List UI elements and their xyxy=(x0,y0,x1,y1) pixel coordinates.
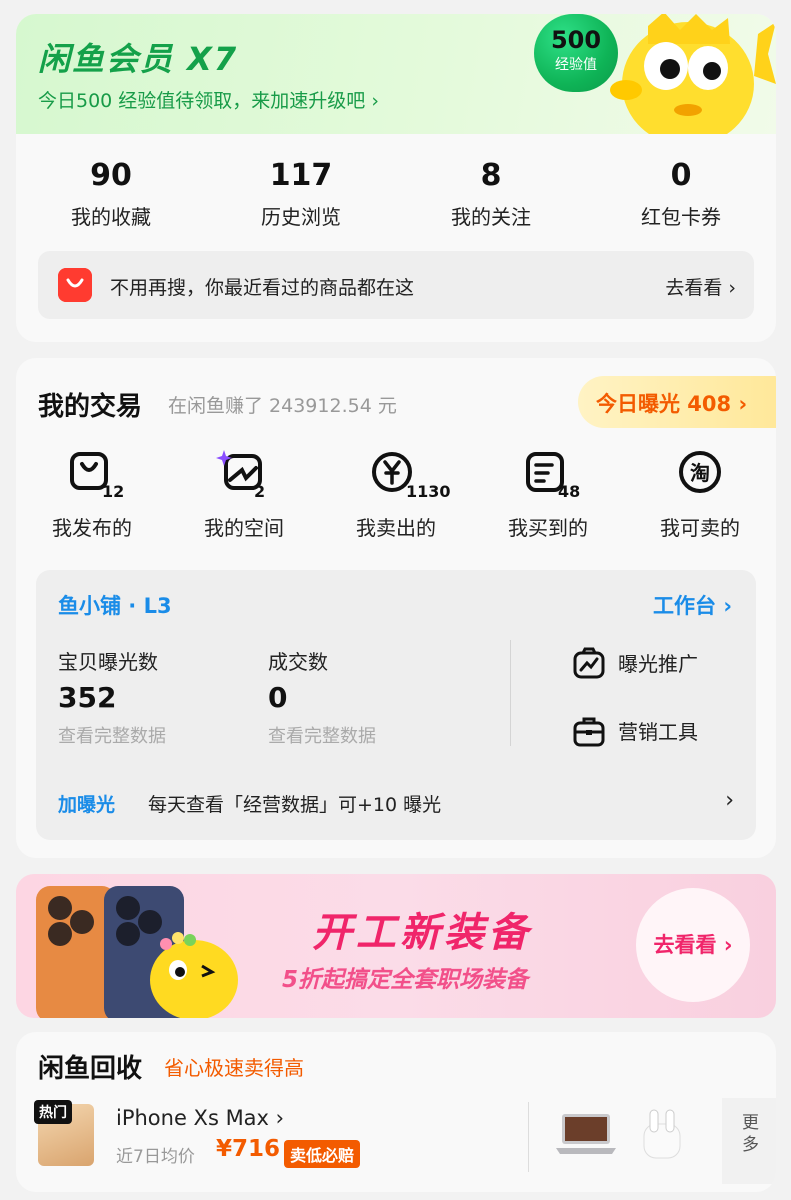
exp-label: 经验值 xyxy=(555,57,597,73)
metric-label: 宝贝曝光数 xyxy=(58,650,158,674)
stat-value: 117 xyxy=(269,158,333,193)
trade-item-bought[interactable]: 48 我买到的 xyxy=(472,450,624,550)
workbench-link[interactable]: 工作台 › xyxy=(653,590,732,620)
promo-go-button[interactable]: 去看看 › xyxy=(636,888,750,1002)
metric-exposure[interactable]: 宝贝曝光数 352 查看完整数据 xyxy=(58,646,258,748)
trade-item-space[interactable]: 2 我的空间 xyxy=(168,450,320,550)
earbuds-thumbnail[interactable] xyxy=(638,1104,686,1164)
tool-exposure-promo[interactable]: 曝光推广 xyxy=(572,642,742,682)
stat-value: 90 xyxy=(90,158,132,193)
tip-text: 每天查看「经营数据」可+10 曝光 xyxy=(148,794,442,816)
recycle-card: 闲鱼回收 省心极速卖得高 热门 iPhone Xs Max › 近7日均价 ¥7… xyxy=(16,1032,776,1192)
trade-badge: 48 xyxy=(558,482,581,501)
stat-coupons[interactable]: 0 红包卡券 xyxy=(586,158,776,230)
trade-title: 我的交易 xyxy=(38,392,143,422)
trade-item-sellable[interactable]: 淘 我可卖的 xyxy=(624,450,776,550)
shop-panel: 鱼小铺 · L3 工作台 › 宝贝曝光数 352 查看完整数据 成交数 0 查看… xyxy=(36,570,756,840)
trade-label: 我的空间 xyxy=(204,516,284,540)
laptop-thumbnail[interactable] xyxy=(556,1106,616,1162)
tool-label: 营销工具 xyxy=(618,720,698,744)
trade-earnings: 在闲鱼赚了 243912.54 元 xyxy=(168,395,397,417)
phones-mascot-illustration xyxy=(36,886,238,1018)
more-label: 更多 xyxy=(742,1113,759,1155)
metric-value: 352 xyxy=(58,681,117,714)
shop-divider xyxy=(510,640,511,746)
stat-history[interactable]: 117 历史浏览 xyxy=(206,158,396,230)
recent-viewed-text: 不用再搜，你最近看过的商品都在这 xyxy=(110,277,415,299)
avg-price-label: 近7日均价 xyxy=(116,1147,195,1167)
stat-value: 0 xyxy=(670,158,692,193)
trade-badge: 1130 xyxy=(406,482,451,501)
recent-viewed-bar[interactable]: 不用再搜，你最近看过的商品都在这 去看看 › xyxy=(38,251,754,319)
hot-tag: 热门 xyxy=(34,1100,72,1124)
recycle-product-name[interactable]: iPhone Xs Max › xyxy=(116,1106,284,1130)
trade-badge: 12 xyxy=(102,482,125,501)
trade-item-sold[interactable]: 1130 我卖出的 xyxy=(320,450,472,550)
exp-badge[interactable]: 500 经验值 xyxy=(534,14,618,92)
recycle-divider xyxy=(528,1102,529,1172)
trend-promo-icon xyxy=(573,647,605,679)
stats-row: 90 我的收藏 117 历史浏览 8 我的关注 0 红包卡券 xyxy=(16,158,776,238)
trade-item-published[interactable]: 12 我发布的 xyxy=(16,450,168,550)
member-title: 闲鱼会员 X7 xyxy=(38,40,239,78)
exposure-tip-row[interactable]: 加曝光 每天查看「经营数据」可+10 曝光 › xyxy=(58,788,734,818)
svg-text:淘: 淘 xyxy=(690,461,710,485)
trade-badge: 2 xyxy=(254,482,266,501)
member-subtitle[interactable]: 今日500 经验值待领取，来加速升级吧 › xyxy=(38,86,379,113)
recycle-slogan: 省心极速卖得高 xyxy=(164,1056,304,1080)
recent-viewed-link[interactable]: 去看看 › xyxy=(665,273,736,300)
metric-full-data-link[interactable]: 查看完整数据 xyxy=(268,722,468,748)
stat-label: 我的关注 xyxy=(451,205,531,229)
promo-subtitle: 5折起搞定全套职场装备 xyxy=(282,967,529,993)
metric-value: 0 xyxy=(268,681,288,714)
stat-value: 8 xyxy=(480,158,502,193)
taobao-icon: 淘 xyxy=(679,451,721,493)
trade-label: 我可卖的 xyxy=(660,516,740,540)
promo-title: 开工新装备 xyxy=(312,910,532,956)
metric-deals[interactable]: 成交数 0 查看完整数据 xyxy=(268,646,468,748)
tool-marketing[interactable]: 营销工具 xyxy=(572,710,742,750)
stat-favorites[interactable]: 90 我的收藏 xyxy=(16,158,206,230)
trade-label: 我买到的 xyxy=(508,516,588,540)
today-exposure-button[interactable]: 今日曝光 408 › xyxy=(578,376,776,428)
recycle-title: 闲鱼回收 xyxy=(38,1054,143,1084)
tool-label: 曝光推广 xyxy=(618,652,698,676)
shopping-bag-icon xyxy=(58,268,92,302)
stat-label: 历史浏览 xyxy=(261,205,341,229)
chevron-right-icon: › xyxy=(725,788,734,813)
avg-price: ¥716 xyxy=(216,1136,281,1162)
shop-name[interactable]: 鱼小铺 · L3 xyxy=(58,590,172,620)
tip-tag: 加曝光 xyxy=(58,794,116,816)
stat-label: 我的收藏 xyxy=(71,205,151,229)
stat-label: 红包卡券 xyxy=(641,205,721,229)
more-button[interactable]: 更多 xyxy=(722,1098,776,1184)
fish-mascot-icon xyxy=(610,14,776,134)
member-banner[interactable]: 闲鱼会员 X7 今日500 经验值待领取，来加速升级吧 › 500 经验值 xyxy=(16,14,776,134)
trade-label: 我卖出的 xyxy=(356,516,436,540)
metric-label: 成交数 xyxy=(268,650,328,674)
trade-card: 我的交易 在闲鱼赚了 243912.54 元 今日曝光 408 › 12 我发布… xyxy=(16,358,776,858)
promo-banner[interactable]: 开工新装备 5折起搞定全套职场装备 去看看 › xyxy=(16,874,776,1018)
guarantee-badge: 卖低必赔 xyxy=(284,1140,361,1168)
member-card: 闲鱼会员 X7 今日500 经验值待领取，来加速升级吧 › 500 经验值 90… xyxy=(16,14,776,342)
metric-full-data-link[interactable]: 查看完整数据 xyxy=(58,722,258,748)
stat-following[interactable]: 8 我的关注 xyxy=(396,158,586,230)
briefcase-icon xyxy=(573,717,605,747)
trade-label: 我发布的 xyxy=(52,516,132,540)
exp-value: 500 xyxy=(550,26,602,54)
